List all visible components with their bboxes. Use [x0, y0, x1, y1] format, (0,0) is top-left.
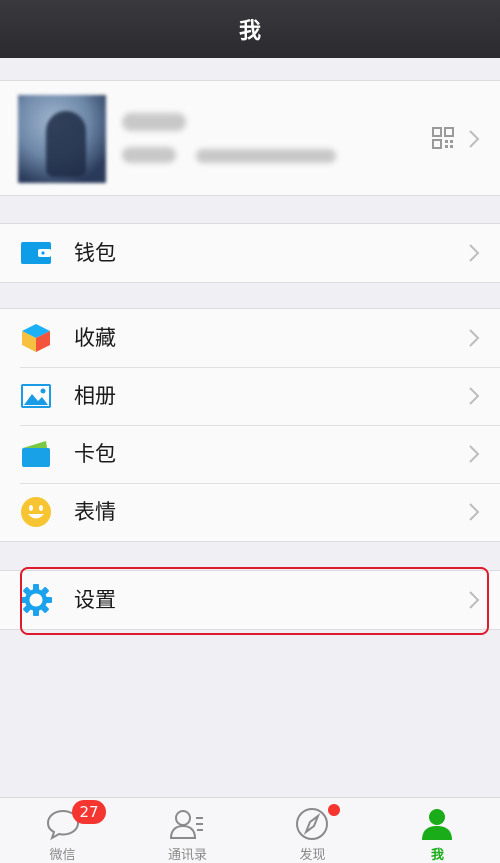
chevron-right-icon — [469, 387, 480, 405]
blurred-account-id — [122, 147, 176, 163]
image-icon — [21, 384, 51, 408]
chevron-right-icon — [469, 503, 480, 521]
menu-item-label: 收藏 — [74, 326, 116, 350]
menu-item-favorites[interactable]: 收藏 — [0, 309, 500, 367]
top-navbar: 我 — [0, 0, 500, 58]
blurred-account-id-value — [196, 149, 336, 163]
content-group: 收藏 相册 卡包 表情 — [0, 308, 500, 542]
menu-item-label: 设置 — [74, 588, 116, 612]
settings-group: 设置 — [0, 570, 500, 630]
chevron-right-icon — [469, 130, 480, 148]
new-activity-dot — [328, 804, 340, 816]
tab-chats[interactable]: 27 微信 — [0, 798, 125, 863]
chevron-right-icon — [469, 591, 480, 609]
menu-item-settings[interactable]: 设置 — [0, 571, 500, 629]
chevron-right-icon — [469, 244, 480, 262]
menu-item-label: 卡包 — [74, 442, 116, 466]
wallet-group: 钱包 — [0, 223, 500, 283]
blurred-nickname — [122, 113, 186, 131]
tab-label: 微信 — [49, 848, 76, 863]
card-pack-icon — [22, 441, 50, 467]
tab-me[interactable]: 我 — [375, 798, 500, 863]
contacts-icon — [169, 810, 203, 839]
unread-badge: 27 — [72, 800, 106, 824]
menu-item-cards[interactable]: 卡包 — [0, 425, 500, 483]
gear-icon — [20, 584, 52, 616]
bottom-tab-bar: 27 微信 通讯录 发现 我 — [0, 797, 500, 863]
chevron-right-icon — [469, 445, 480, 463]
profile-card[interactable] — [0, 80, 500, 196]
menu-item-label: 相册 — [74, 384, 116, 408]
menu-item-label: 钱包 — [74, 241, 116, 265]
compass-icon — [296, 808, 328, 840]
tab-label: 发现 — [299, 848, 326, 863]
menu-item-wallet[interactable]: 钱包 — [0, 224, 500, 282]
menu-item-label: 表情 — [74, 500, 116, 524]
page-title: 我 — [238, 19, 261, 44]
menu-item-album[interactable]: 相册 — [0, 367, 500, 425]
tab-discover[interactable]: 发现 — [250, 798, 375, 863]
qr-code-icon — [432, 127, 454, 149]
tab-label: 我 — [430, 848, 444, 863]
avatar — [18, 95, 106, 183]
tab-label: 通讯录 — [167, 848, 207, 863]
tab-contacts[interactable]: 通讯录 — [125, 798, 250, 863]
smiley-icon — [21, 497, 51, 527]
cube-icon — [22, 324, 50, 352]
wallet-icon — [21, 242, 51, 264]
chevron-right-icon — [469, 329, 480, 347]
person-icon — [422, 809, 452, 840]
menu-item-stickers[interactable]: 表情 — [0, 483, 500, 541]
